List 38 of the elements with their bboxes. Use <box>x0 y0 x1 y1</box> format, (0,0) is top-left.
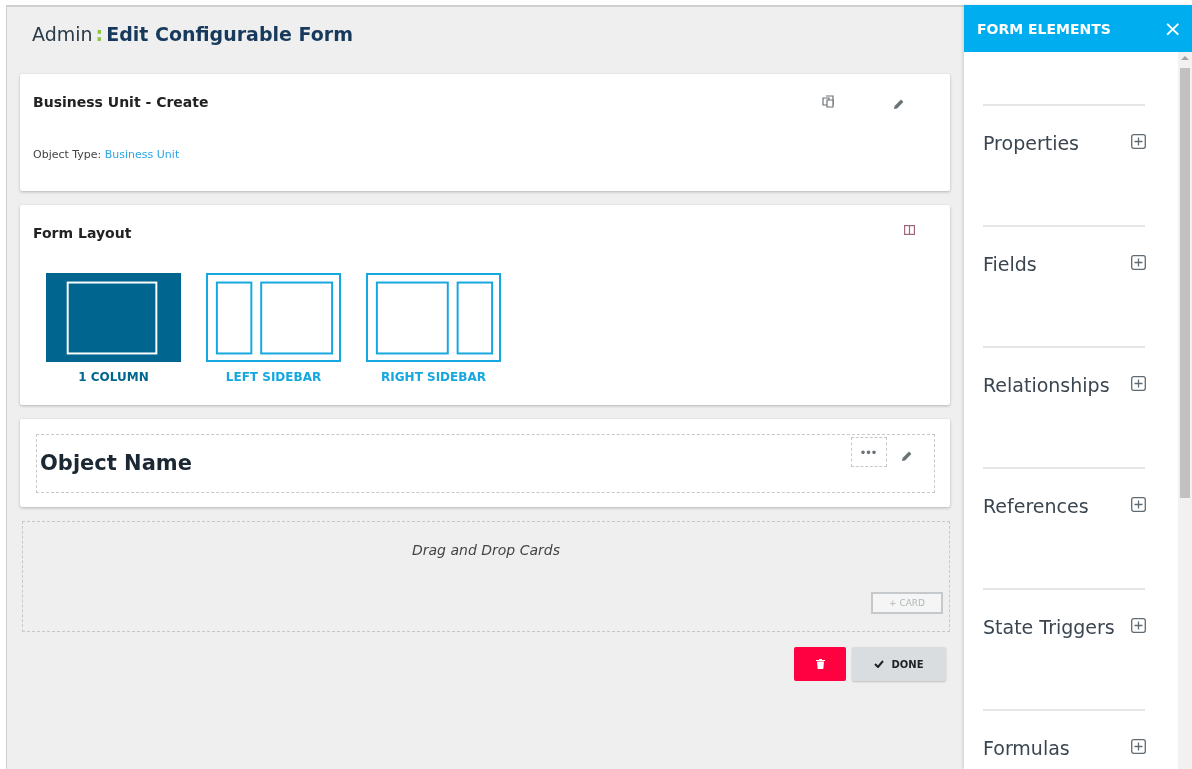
page-title: Edit Configurable Form <box>106 23 353 45</box>
copy-icon[interactable] <box>822 95 835 108</box>
columns-icon[interactable] <box>904 225 915 235</box>
pencil-icon[interactable] <box>901 450 913 462</box>
trash-icon <box>815 659 825 669</box>
expand-icon[interactable] <box>1131 376 1146 391</box>
section-label[interactable]: Relationships <box>983 374 1110 396</box>
layout-option[interactable] <box>46 273 181 362</box>
scrollbar[interactable] <box>1178 52 1192 769</box>
layout-option[interactable] <box>366 273 501 362</box>
layout-title: Form Layout <box>33 225 132 241</box>
layout-label: LEFT SIDEBAR <box>225 370 322 384</box>
expand-icon[interactable] <box>1131 497 1146 512</box>
done-button[interactable]: DONE <box>852 647 946 681</box>
drop-hint: Drag and Drop Cards <box>411 542 561 558</box>
layout-option[interactable] <box>206 273 341 362</box>
layout-label: 1 COLUMN <box>78 370 149 384</box>
object-type-text: Object Type: Business Unit <box>33 148 180 161</box>
pencil-icon[interactable] <box>893 98 905 110</box>
check-icon <box>874 660 885 668</box>
scrollbar-thumb[interactable] <box>1180 68 1190 498</box>
layout-label: RIGHT SIDEBAR <box>381 370 486 384</box>
form-title: Business Unit - Create <box>33 94 209 110</box>
delete-button[interactable] <box>794 647 846 681</box>
expand-icon[interactable] <box>1131 134 1146 149</box>
expand-icon[interactable] <box>1131 255 1146 270</box>
breadcrumb-link[interactable]: Admin <box>32 23 93 45</box>
section-label[interactable]: Formulas <box>983 737 1070 759</box>
panel-title: FORM ELEMENTS <box>977 20 1111 37</box>
section-label[interactable]: References <box>983 495 1089 517</box>
breadcrumb-separator: : <box>95 23 104 45</box>
section-label[interactable]: Fields <box>983 253 1037 275</box>
object-name: Object Name <box>40 451 192 475</box>
section-label[interactable]: Properties <box>983 132 1080 154</box>
section-label[interactable]: State Triggers <box>983 616 1115 638</box>
expand-icon[interactable] <box>1131 739 1146 754</box>
expand-icon[interactable] <box>1131 618 1146 633</box>
more-button[interactable]: ••• <box>851 437 887 467</box>
